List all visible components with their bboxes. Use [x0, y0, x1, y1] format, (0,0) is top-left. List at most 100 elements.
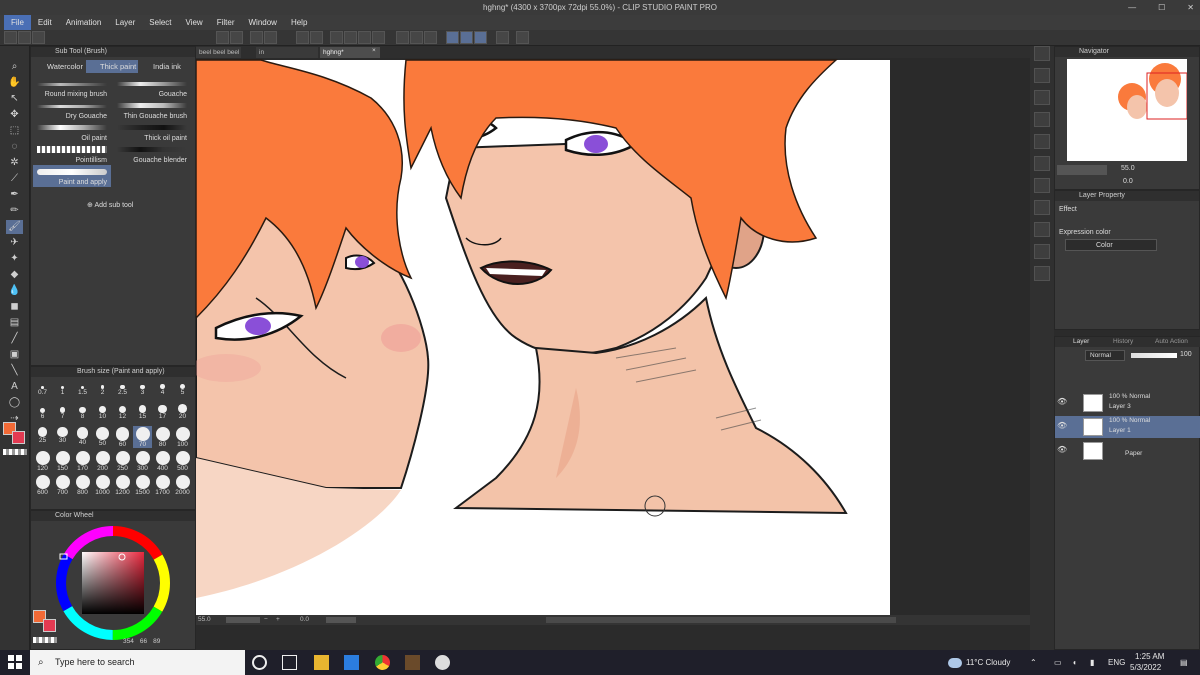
- brush-size-100[interactable]: 100: [173, 426, 192, 448]
- clip-studio-icon[interactable]: [435, 655, 450, 670]
- brush-size-400[interactable]: 400: [153, 450, 172, 472]
- snap-grid-icon[interactable]: [460, 31, 473, 44]
- doc-tab-active[interactable]: hghng*: [320, 47, 380, 58]
- hue-ring[interactable]: [53, 523, 173, 643]
- undo-icon[interactable]: [296, 31, 309, 44]
- border-icon[interactable]: [424, 31, 437, 44]
- menu-window[interactable]: Window: [242, 15, 284, 30]
- operation-icon[interactable]: ↖: [6, 92, 23, 106]
- brush-size-1200[interactable]: 1200: [113, 474, 132, 496]
- search-icon[interactable]: [1034, 46, 1050, 61]
- clock-date[interactable]: 5/3/2022: [1130, 663, 1161, 672]
- doc-tab-1[interactable]: beel beel beel: [196, 47, 241, 58]
- layer-row[interactable]: 👁 Paper: [1055, 440, 1200, 462]
- battery-icon[interactable]: ▮: [1090, 658, 1094, 667]
- brush-size-1700[interactable]: 1700: [153, 474, 172, 496]
- horizontal-scrollbar[interactable]: [546, 617, 896, 623]
- menu-layer[interactable]: Layer: [108, 15, 142, 30]
- invert-icon[interactable]: [358, 31, 371, 44]
- panel-sub-color[interactable]: [43, 619, 56, 632]
- taskbar-search[interactable]: ⌕ Type here to search: [30, 650, 245, 675]
- brush-size-1[interactable]: 1: [53, 378, 72, 400]
- notification-icon[interactable]: ▤: [1180, 658, 1188, 667]
- snap-ruler-icon[interactable]: [446, 31, 459, 44]
- eyedropper-icon[interactable]: ⟋: [6, 172, 23, 186]
- brush-size-10[interactable]: 10: [93, 402, 112, 424]
- decoration-icon[interactable]: ✦: [6, 252, 23, 266]
- save-icon[interactable]: [32, 31, 45, 44]
- brush-size-200[interactable]: 200: [93, 450, 112, 472]
- text-icon[interactable]: A: [6, 380, 23, 394]
- material-icon-6[interactable]: [1034, 178, 1050, 193]
- select-all-icon[interactable]: [330, 31, 343, 44]
- help-icon[interactable]: [516, 31, 529, 44]
- brush-gouache-blender[interactable]: Gouache blender: [113, 143, 191, 165]
- file-explorer-icon[interactable]: [314, 655, 329, 670]
- layer-row[interactable]: 👁 100 % Normal Layer 1: [1055, 416, 1200, 438]
- auto-select-icon[interactable]: ✲: [6, 156, 23, 170]
- new-icon[interactable]: [4, 31, 17, 44]
- blend-mode-select[interactable]: Normal: [1085, 350, 1125, 361]
- rotate-slider[interactable]: [326, 617, 356, 623]
- brush-size-0.7[interactable]: 0.7: [33, 378, 52, 400]
- clock-time[interactable]: 1:25 AM: [1135, 652, 1164, 661]
- balloon-icon[interactable]: ◯: [6, 396, 23, 410]
- brush-size-150[interactable]: 150: [53, 450, 72, 472]
- fill-icon[interactable]: [372, 31, 385, 44]
- crop-icon[interactable]: [410, 31, 423, 44]
- chrome-icon[interactable]: [375, 655, 390, 670]
- brush-size-15[interactable]: 15: [133, 402, 152, 424]
- zoom-value[interactable]: 55.0: [198, 615, 211, 625]
- brush-size-800[interactable]: 800: [73, 474, 92, 496]
- menu-edit[interactable]: Edit: [31, 15, 59, 30]
- brush-size-17[interactable]: 17: [153, 402, 172, 424]
- layer-icon[interactable]: [250, 31, 263, 44]
- eye-icon[interactable]: 👁: [1057, 421, 1067, 430]
- panel-transparent-color[interactable]: [33, 637, 57, 643]
- canvas-area[interactable]: [196, 58, 1030, 615]
- ruler-icon[interactable]: ╲: [6, 364, 23, 378]
- brush-size-5[interactable]: 5: [173, 378, 192, 400]
- brush-size-3[interactable]: 3: [133, 378, 152, 400]
- brush-size-6[interactable]: 6: [33, 402, 52, 424]
- brush-size-2000[interactable]: 2000: [173, 474, 192, 496]
- brush-size-250[interactable]: 250: [113, 450, 132, 472]
- eye-icon[interactable]: 👁: [1057, 445, 1067, 454]
- redo-icon[interactable]: [310, 31, 323, 44]
- material-icon-10[interactable]: [1034, 266, 1050, 281]
- airbrush-icon[interactable]: ✈: [6, 236, 23, 250]
- snap-special-icon[interactable]: [474, 31, 487, 44]
- light-table-icon[interactable]: [496, 31, 509, 44]
- tab-layer[interactable]: Layer: [1073, 338, 1089, 345]
- tray-chevron-icon[interactable]: ⌃: [1030, 658, 1037, 667]
- close-tab-icon[interactable]: ×: [372, 47, 376, 54]
- blend-icon[interactable]: 💧: [6, 284, 23, 298]
- zoom-icon[interactable]: ⌕: [6, 60, 23, 74]
- material-icon-7[interactable]: [1034, 200, 1050, 215]
- tab-history[interactable]: History: [1113, 338, 1133, 345]
- figure-icon[interactable]: ╱: [6, 332, 23, 346]
- weather-text[interactable]: 11°C Cloudy: [966, 658, 1010, 667]
- angle-value[interactable]: 0.0: [300, 615, 309, 625]
- brush-size-1000[interactable]: 1000: [93, 474, 112, 496]
- move-layer-icon[interactable]: ✥: [6, 108, 23, 122]
- windows-start-icon[interactable]: [8, 655, 22, 669]
- brush-icon[interactable]: 🖌: [6, 220, 23, 234]
- menu-file[interactable]: File: [4, 15, 31, 30]
- clear-icon[interactable]: [216, 31, 229, 44]
- tab-india-ink[interactable]: India ink: [139, 60, 191, 73]
- brush-size-7[interactable]: 7: [53, 402, 72, 424]
- brush-size-20[interactable]: 20: [173, 402, 192, 424]
- tab-auto-action[interactable]: Auto Action: [1155, 338, 1188, 345]
- language-indicator[interactable]: ENG: [1108, 658, 1125, 667]
- material-icon-2[interactable]: [1034, 90, 1050, 105]
- brush-size-50[interactable]: 50: [93, 426, 112, 448]
- brush-round-mixing[interactable]: Round mixing brush: [33, 77, 111, 99]
- add-subtool-button[interactable]: ⊕ Add sub tool: [87, 201, 133, 209]
- transparent-color-swatch[interactable]: [3, 449, 27, 455]
- brush-size-25[interactable]: 25: [33, 426, 52, 448]
- eraser-icon[interactable]: ◆: [6, 268, 23, 282]
- network-icon[interactable]: ▭: [1054, 658, 1062, 667]
- artwork[interactable]: [196, 58, 1030, 615]
- zoom-out-icon[interactable]: −: [264, 615, 268, 625]
